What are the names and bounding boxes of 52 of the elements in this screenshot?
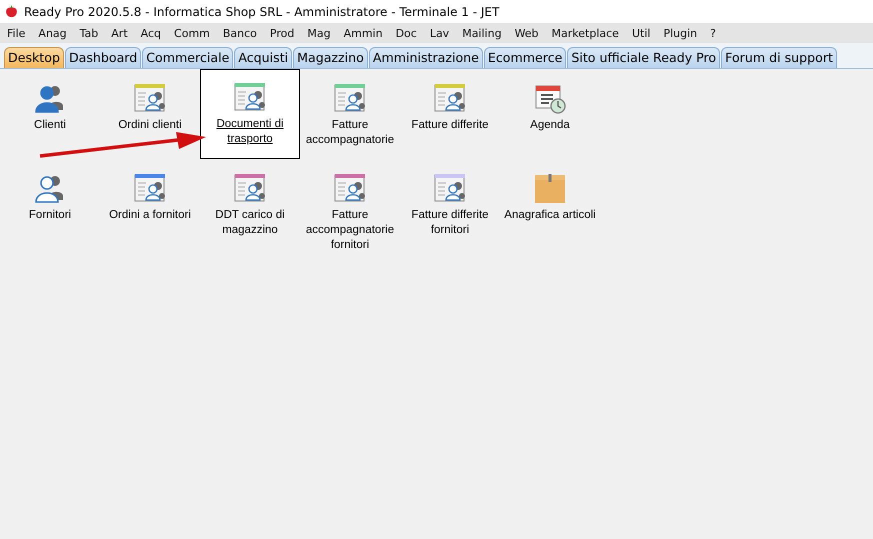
menu-item[interactable]: Anag (38, 26, 67, 40)
shortcut-label: Agenda (529, 118, 571, 133)
desktop-shortcut[interactable]: Fatture accompagnatorie (300, 81, 400, 163)
menu-item[interactable]: Util (632, 26, 650, 40)
desktop-shortcut[interactable]: Anagrafica articoli (500, 171, 600, 253)
menu-item[interactable]: Tab (80, 26, 98, 40)
tab[interactable]: Forum di support (721, 47, 837, 68)
menu-item[interactable]: Mailing (462, 26, 502, 40)
desktop-shortcut[interactable]: Documenti di trasporto (200, 69, 300, 159)
menu-item[interactable]: Marketplace (552, 26, 619, 40)
menu-item[interactable]: Comm (174, 26, 210, 40)
menu-item[interactable]: ? (710, 26, 716, 40)
shortcut-label: Anagrafica articoli (503, 208, 597, 223)
shortcut-label: Clienti (33, 118, 67, 133)
desktop-shortcut[interactable]: Fatture accompagnatorie fornitori (300, 171, 400, 253)
window-title: Ready Pro 2020.5.8 - Informatica Shop SRL - Amministratore - Terminale 1 - JET (24, 4, 500, 18)
shortcut-label: Fatture accompagnatorie fornitori (304, 208, 396, 253)
menu-item[interactable]: Doc (396, 26, 417, 40)
desktop-shortcut[interactable]: Ordini a fornitori (100, 171, 200, 253)
tab[interactable]: Ecommerce (484, 47, 566, 68)
shortcut-label: Fatture differite (410, 118, 490, 133)
menu-item[interactable]: File (7, 26, 26, 40)
tab[interactable]: Desktop (4, 47, 64, 68)
menu-item[interactable]: Web (514, 26, 539, 40)
tab[interactable]: Dashboard (64, 47, 142, 68)
shortcut-label: Fatture differite fornitori (410, 208, 490, 238)
shortcut-label: Ordini clienti (117, 118, 183, 133)
shortcut-label: Ordini a fornitori (108, 208, 192, 223)
tab[interactable]: Acquisti (234, 47, 292, 68)
shortcut-label: Documenti di trasporto (215, 117, 285, 147)
desktop-shortcut[interactable]: Clienti (0, 81, 100, 163)
menu-item[interactable]: Art (111, 26, 128, 40)
tab[interactable]: Magazzino (293, 47, 368, 68)
desktop-shortcut[interactable]: Agenda (500, 81, 600, 163)
shortcut-label: Fornitori (28, 208, 72, 223)
menu-item[interactable]: Plugin (663, 26, 698, 40)
desktop-shortcut[interactable]: DDT carico di magazzino (200, 171, 300, 253)
menu-item[interactable]: Prod (270, 26, 294, 40)
desktop-shortcut[interactable]: Ordini clienti (100, 81, 200, 163)
menu-item[interactable]: Lav (430, 26, 450, 40)
tab[interactable]: Commerciale (142, 47, 234, 68)
desktop-shortcut[interactable]: Fatture differite (400, 81, 500, 163)
menu-item[interactable]: Mag (307, 26, 331, 40)
menu-item[interactable]: Acq (140, 26, 162, 40)
desktop-shortcut[interactable]: Fornitori (0, 171, 100, 253)
menu-item[interactable]: Banco (222, 26, 257, 40)
tab[interactable]: Sito ufficiale Ready Pro (567, 47, 720, 68)
tab[interactable]: Amministrazione (368, 47, 483, 68)
desktop-shortcut[interactable]: Fatture differite fornitori (400, 171, 500, 253)
shortcut-label: Fatture accompagnatorie (304, 118, 396, 148)
menu-item[interactable]: Ammin (344, 26, 383, 40)
shortcut-label: DDT carico di magazzino (214, 208, 286, 238)
